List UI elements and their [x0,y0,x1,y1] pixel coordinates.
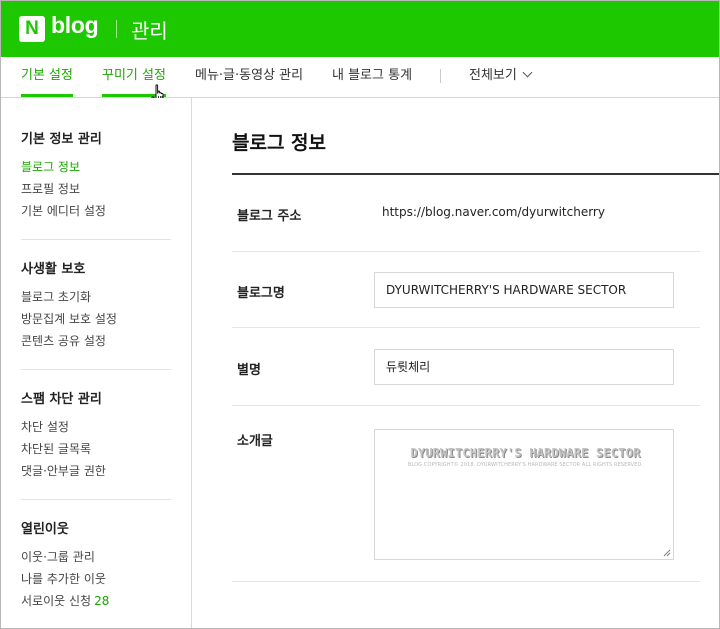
sidebar-group-privacy: 사생활 보호 블로그 초기화 방문집계 보호 설정 콘텐츠 공유 설정 [21,258,171,352]
sidebar-item-visit-protection[interactable]: 방문집계 보호 설정 [21,308,171,330]
nickname-input[interactable]: 듀륏체리 [374,349,674,385]
sidebar-divider [21,239,171,240]
sidebar-divider [21,369,171,370]
blog-logo-text[interactable]: blog [51,12,99,39]
sidebar-item-blog-info[interactable]: 블로그 정보 [21,156,171,178]
sidebar-group-basic-info: 기본 정보 관리 블로그 정보 프로필 정보 기본 에디터 설정 [21,128,171,222]
sidebar-item-mutual-requests[interactable]: 서로이웃 신청 28 [21,590,171,612]
app-window: N blog 관리 기본 설정 꾸미기 설정 메뉴·글·동영상 관리 내 블로그… [0,0,720,629]
tab-divider [440,69,441,83]
naver-n-logo-icon[interactable]: N [19,16,45,42]
sidebar-item-default-editor[interactable]: 기본 에디터 설정 [21,200,171,222]
blog-address-label: 블로그 주소 [237,209,302,224]
sidebar-item-blocked-posts[interactable]: 차단된 글목록 [21,438,171,460]
sidebar-group-neighbors: 열린이웃 이웃·그룹 관리 나를 추가한 이웃 서로이웃 신청 28 [21,518,171,612]
sidebar-item-followers[interactable]: 나를 추가한 이웃 [21,568,171,590]
blog-address-value: https://blog.naver.com/dyurwitcherry [382,205,605,219]
intro-label: 소개글 [237,434,273,449]
settings-tab-bar: 기본 설정 꾸미기 설정 메뉴·글·동영상 관리 내 블로그 통계 전체보기 [1,57,719,98]
tab-blog-stats[interactable]: 내 블로그 통계 [332,57,412,97]
sidebar-item-neighbor-groups[interactable]: 이웃·그룹 관리 [21,546,171,568]
sidebar-divider [21,499,171,500]
textarea-resize-icon[interactable] [663,549,671,557]
sidebar-item-comment-permissions[interactable]: 댓글·안부글 권한 [21,460,171,482]
intro-textarea[interactable]: DYURWITCHERRY'S HARDWARE SECTOR BLOG COP… [374,429,674,560]
row-divider [232,581,700,582]
tab-menu-post-video[interactable]: 메뉴·글·동영상 관리 [195,57,303,97]
sidebar-item-content-sharing[interactable]: 콘텐츠 공유 설정 [21,330,171,352]
header-section-title[interactable]: 관리 [131,15,168,44]
sidebar-group-title: 사생활 보호 [21,262,86,277]
row-divider [232,405,700,406]
sidebar-item-label: 서로이웃 신청 [21,594,92,608]
sidebar-item-blog-reset[interactable]: 블로그 초기화 [21,286,171,308]
top-header: N blog 관리 [1,1,719,57]
intro-banner-title: DYURWITCHERRY'S HARDWARE SECTOR [410,446,641,460]
intro-banner-copyright: BLOG COPYRIGHT© 2018. DYURWITCHERRY'S HA… [407,462,644,468]
tab-basic-settings[interactable]: 기본 설정 [21,57,73,97]
sidebar-group-title: 기본 정보 관리 [21,132,102,147]
sidebar-item-block-settings[interactable]: 차단 설정 [21,416,171,438]
title-rule [232,173,719,175]
tab-view-all-label: 전체보기 [469,68,517,83]
tab-view-all-dropdown[interactable]: 전체보기 [469,57,533,97]
page-title: 블로그 정보 [232,132,327,154]
blog-name-label: 블로그명 [237,286,285,301]
sidebar-group-title: 열린이웃 [21,522,69,537]
request-count-badge: 28 [94,594,110,608]
sidebar-item-profile-info[interactable]: 프로필 정보 [21,178,171,200]
sidebar-group-title: 스팸 차단 관리 [21,392,102,407]
sidebar-group-spam: 스팸 차단 관리 차단 설정 차단된 글목록 댓글·안부글 권한 [21,388,171,482]
nickname-label: 별명 [237,363,261,378]
intro-banner-image: DYURWITCHERRY'S HARDWARE SECTOR BLOG COP… [403,446,648,468]
blog-name-input[interactable]: DYURWITCHERRY'S HARDWARE SECTOR [374,272,674,308]
settings-sidebar: 기본 정보 관리 블로그 정보 프로필 정보 기본 에디터 설정 사생활 보호 … [1,98,192,628]
row-divider [232,327,700,328]
chevron-down-icon [522,67,533,78]
row-divider [232,251,700,252]
header-divider [116,20,117,38]
